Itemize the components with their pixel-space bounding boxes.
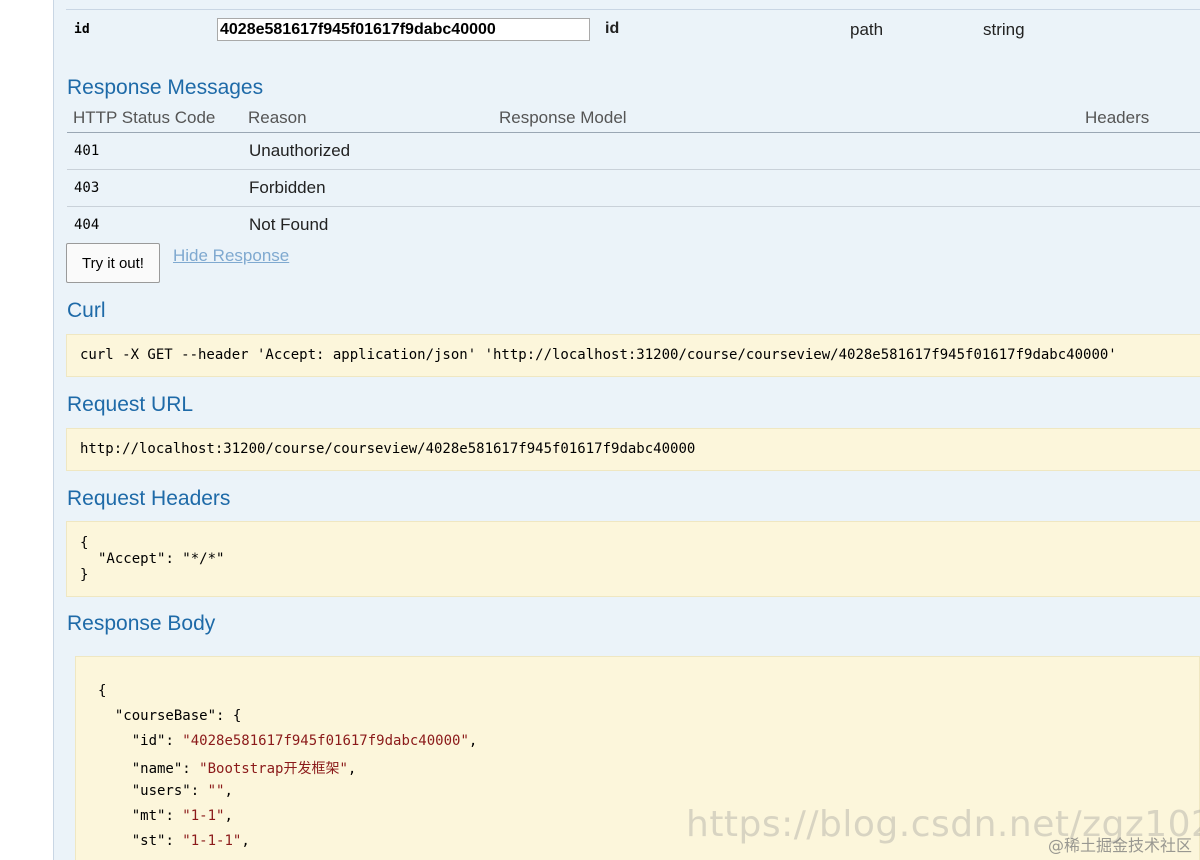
response-messages-heading: Response Messages	[67, 76, 264, 99]
json-key: "st"	[131, 833, 166, 849]
hide-response-link[interactable]: Hide Response	[173, 246, 289, 266]
status-reason: Not Found	[249, 215, 329, 234]
column-header: HTTP Status Code	[73, 108, 216, 127]
json-line: "courseBase": {	[98, 708, 241, 724]
watermark-community: @稀土掘金技术社区	[1047, 836, 1192, 855]
column-header: Headers	[1085, 108, 1150, 127]
status-code: 404	[74, 217, 100, 233]
json-punct: :	[165, 733, 183, 749]
request-url-text: http://localhost:31200/course/courseview…	[80, 441, 696, 457]
status-reason: Unauthorized	[249, 141, 351, 160]
json-line: "st": "1-1-1",	[98, 833, 250, 849]
json-line: "Accept": "*/*"	[98, 551, 224, 567]
request-url-heading: Request URL	[67, 393, 194, 416]
json-key: "mt"	[131, 808, 166, 824]
parameter-name: id	[74, 22, 90, 37]
table-row: 404 Not Found	[67, 207, 1200, 243]
json-punct: :	[165, 833, 183, 849]
parameter-description: id	[605, 20, 620, 37]
parameter-id-input[interactable]	[217, 18, 590, 41]
parameter-row: id id path string	[66, 10, 1200, 52]
json-value: "1-1-1"	[182, 833, 242, 849]
json-key: "Accept"	[98, 551, 166, 567]
table-header: HTTP Status Code Reason Response Model H…	[67, 106, 1200, 133]
json-value: "*/*"	[182, 551, 225, 567]
json-line: "users": "",	[98, 783, 233, 799]
json-key: "courseBase"	[114, 708, 217, 724]
request-headers-heading: Request Headers	[67, 487, 231, 510]
status-reason: Forbidden	[249, 178, 326, 197]
request-headers-block: { "Accept": "*/*" }	[66, 521, 1200, 597]
status-code: 401	[74, 143, 100, 159]
json-key: "id"	[131, 733, 166, 749]
json-punct: :	[165, 551, 183, 567]
left-gutter	[0, 0, 54, 860]
table-row: 403 Forbidden	[67, 170, 1200, 207]
json-line: "id": "4028e581617f945f01617f9dabc40000"…	[98, 733, 478, 749]
curl-command: curl -X GET --header 'Accept: applicatio…	[80, 347, 1117, 363]
json-punct: ,	[468, 733, 478, 749]
json-punct: : {	[216, 708, 242, 724]
json-punct: :	[165, 808, 183, 824]
json-brace: {	[80, 535, 89, 551]
operation-panel: id id path string Response Messages HTTP…	[54, 0, 1200, 860]
curl-heading: Curl	[67, 299, 106, 322]
json-line: "mt": "1-1",	[98, 808, 233, 824]
response-body-heading: Response Body	[67, 612, 216, 635]
request-url-block: http://localhost:31200/course/courseview…	[66, 428, 1200, 471]
json-value: "4028e581617f945f01617f9dabc40000"	[182, 733, 469, 749]
json-punct: ,	[241, 833, 250, 849]
json-value: "1-1"	[182, 808, 225, 824]
json-punct: ,	[347, 761, 357, 777]
json-punct: :	[182, 761, 200, 777]
parameter-data-type: string	[983, 20, 1025, 39]
column-header: Reason	[248, 108, 307, 127]
json-punct: {	[98, 683, 107, 699]
response-messages-table: HTTP Status Code Reason Response Model H…	[67, 106, 1200, 243]
table-row: 401 Unauthorized	[67, 133, 1200, 170]
curl-block: curl -X GET --header 'Accept: applicatio…	[66, 334, 1200, 377]
json-key: "name"	[131, 761, 183, 777]
json-value: ""	[207, 783, 225, 799]
json-key: "users"	[131, 783, 191, 799]
json-punct: :	[190, 783, 208, 799]
try-it-out-button[interactable]: Try it out!	[66, 243, 160, 283]
parameter-type: path	[850, 20, 884, 39]
json-line: {	[98, 683, 106, 699]
json-brace: }	[80, 567, 89, 583]
status-code: 403	[74, 180, 100, 196]
column-header: Response Model	[499, 108, 627, 127]
json-punct: ,	[224, 808, 233, 824]
json-punct: ,	[224, 783, 233, 799]
json-line: "name": "Bootstrap开发框架",	[98, 758, 357, 778]
json-value: "Bootstrap开发框架"	[199, 761, 348, 777]
